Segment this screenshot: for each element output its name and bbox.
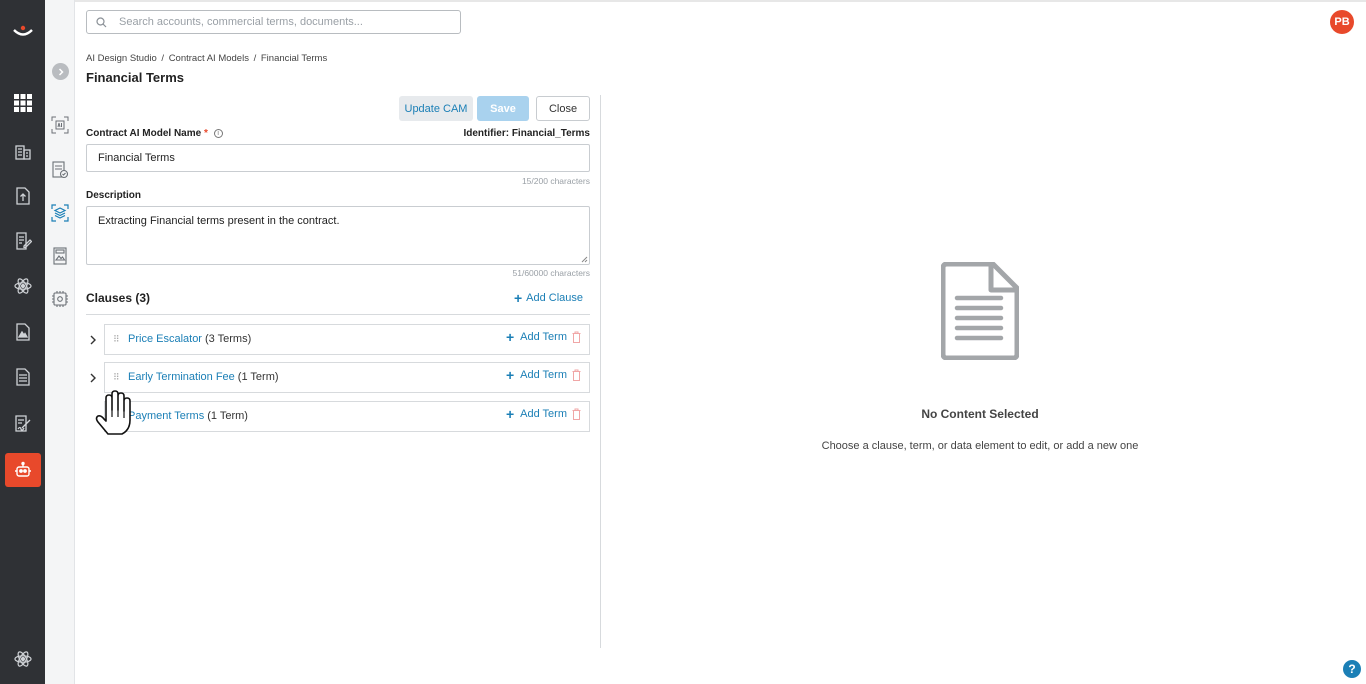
breadcrumb: AI Design Studio / Contract AI Models / … [86, 53, 327, 64]
required-mark: * [203, 128, 208, 139]
info-icon[interactable]: i [213, 129, 223, 138]
layers-icon[interactable] [50, 203, 70, 223]
save-button[interactable]: Save [477, 96, 529, 121]
plus-icon: + [513, 290, 523, 306]
atom-icon[interactable] [0, 271, 45, 301]
clause-name[interactable]: Payment Terms (1 Term) [128, 410, 248, 422]
plus-icon: + [505, 406, 515, 422]
main-nav-rail [0, 0, 45, 684]
breadcrumb-separator: / [253, 53, 257, 64]
description-textarea[interactable]: Extracting Financial terms present in th… [86, 206, 590, 265]
clauses-divider [86, 314, 590, 315]
upload-document-icon[interactable] [0, 181, 45, 211]
close-button[interactable]: Close [536, 96, 590, 121]
hand-cursor-icon [95, 390, 131, 435]
add-term-button[interactable]: + Add Term [505, 329, 567, 345]
trash-icon[interactable] [572, 369, 581, 381]
trash-icon[interactable] [572, 331, 581, 343]
update-cam-button[interactable]: Update CAM [399, 96, 473, 121]
identifier-text: Identifier: Financial_Terms [463, 128, 590, 139]
clauses-heading: Clauses (3) [86, 291, 151, 305]
empty-state-subtitle: Choose a clause, term, or data element t… [821, 440, 1139, 452]
breadcrumb-separator: / [161, 53, 165, 64]
buildings-icon[interactable] [0, 136, 45, 166]
secondary-nav [45, 0, 75, 684]
clause-row[interactable]: ⠿ Price Escalator (3 Terms) + Add Term [90, 324, 590, 355]
breadcrumb-item-contract-ai-models[interactable]: Contract AI Models [169, 53, 249, 64]
breadcrumb-item-current: Financial Terms [260, 53, 328, 64]
image-frame-icon[interactable] [50, 246, 70, 266]
name-char-count: 15/200 characters [521, 176, 590, 186]
chevron-right-icon[interactable] [88, 334, 98, 346]
panel-divider [600, 95, 601, 648]
user-avatar[interactable]: PB [1330, 10, 1354, 34]
edit-document-icon[interactable] [0, 226, 45, 256]
model-name-label: Contract AI Model Name * i [86, 128, 223, 139]
clause-term-count: (1 Term) [237, 371, 279, 383]
global-search-input[interactable]: Search accounts, commercial terms, docum… [86, 10, 461, 34]
document-list-icon[interactable] [0, 362, 45, 392]
apps-grid-icon[interactable] [0, 88, 45, 118]
document-icon [941, 262, 1019, 360]
brand-logo[interactable] [0, 14, 45, 50]
settings-atom-icon[interactable] [0, 644, 45, 674]
clause-row[interactable]: ⠿ Early Termination Fee (1 Term) + Add Ter… [90, 362, 590, 393]
description-char-count: 51/60000 characters [512, 268, 591, 278]
plus-icon: + [505, 367, 515, 383]
document-image-icon[interactable] [0, 317, 45, 347]
page-title: Financial Terms [86, 70, 185, 85]
drag-handle-icon[interactable]: ⠿ [113, 334, 120, 345]
chevron-right-icon[interactable] [88, 372, 98, 384]
add-clause-button[interactable]: + Add Clause [513, 290, 583, 306]
expand-nav-button[interactable] [52, 63, 69, 80]
add-clause-label: Add Clause [526, 292, 583, 304]
plus-icon: + [505, 329, 515, 345]
ai-robot-icon[interactable] [5, 453, 41, 487]
ai-scan-icon[interactable] [50, 115, 70, 135]
help-button[interactable]: ? [1343, 660, 1361, 678]
document-check-icon[interactable] [50, 160, 70, 180]
clause-row[interactable]: Payment Terms (1 Term) + Add Term [104, 401, 590, 432]
search-placeholder: Search accounts, commercial terms, docum… [119, 16, 363, 28]
model-name-input[interactable]: Financial Terms [86, 144, 590, 172]
empty-state-title: No Content Selected [921, 407, 1039, 421]
drag-handle-icon[interactable]: ⠿ [113, 372, 120, 383]
search-icon [96, 16, 107, 27]
add-term-button[interactable]: + Add Term [505, 367, 567, 383]
clause-name[interactable]: Early Termination Fee (1 Term) [128, 371, 279, 383]
chip-settings-icon[interactable] [50, 289, 70, 309]
clause-term-count: (1 Term) [207, 410, 248, 422]
model-name-label-text: Contract AI Model Name [86, 128, 202, 139]
clause-name[interactable]: Price Escalator (3 Terms) [128, 333, 251, 345]
clause-term-count: (3 Terms) [204, 333, 252, 345]
description-text: Extracting Financial terms present in th… [98, 215, 340, 227]
trash-icon[interactable] [572, 408, 581, 420]
top-bar: Search accounts, commercial terms, docum… [75, 0, 1366, 40]
description-label: Description [86, 190, 142, 201]
resize-handle-icon[interactable] [581, 256, 588, 263]
breadcrumb-item-ai-design-studio[interactable]: AI Design Studio [86, 53, 157, 64]
signature-icon[interactable] [0, 408, 45, 438]
add-term-button[interactable]: + Add Term [505, 406, 567, 422]
